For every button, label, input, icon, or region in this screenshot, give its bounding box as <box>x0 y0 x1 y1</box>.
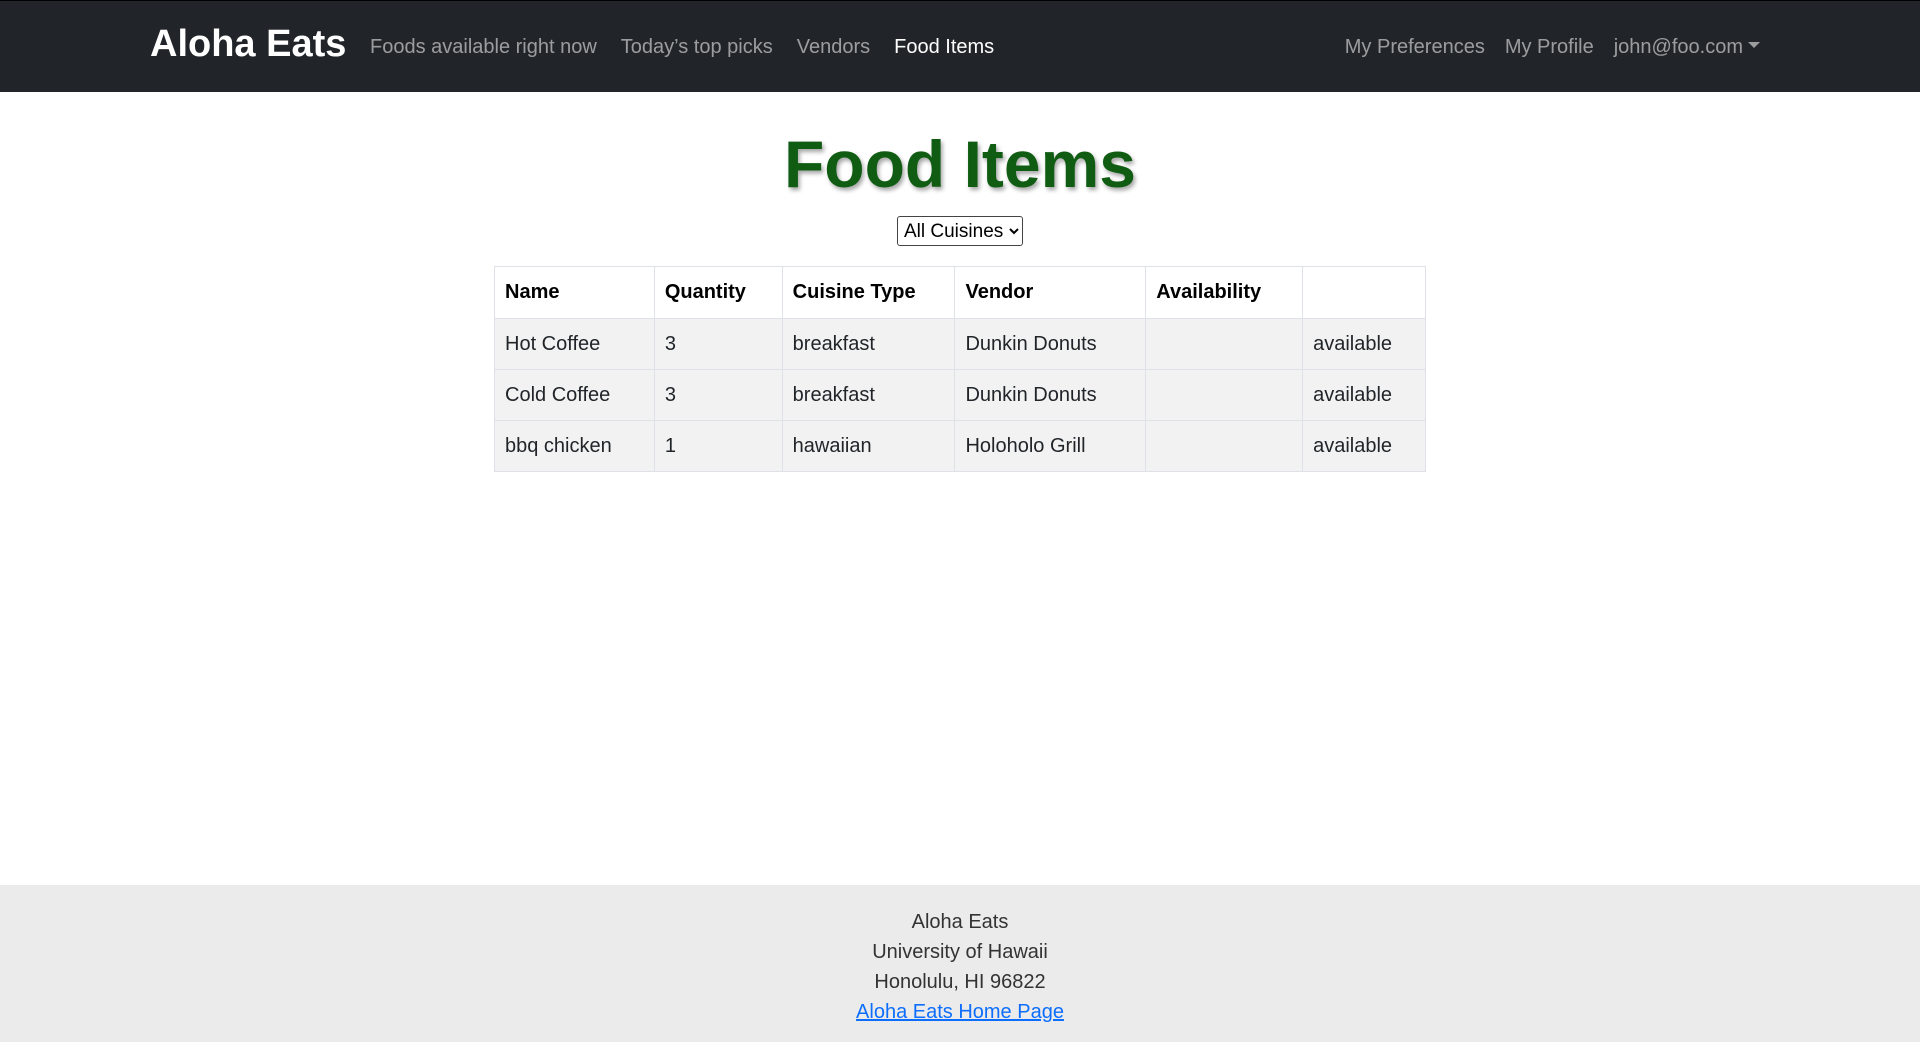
cell-vendor: Dunkin Donuts <box>954 318 1147 370</box>
cell-quantity: 3 <box>653 369 783 421</box>
cell-availability <box>1145 369 1304 421</box>
column-header-vendor: Vendor <box>954 266 1147 319</box>
nav-left: Foods available right now Today’s top pi… <box>370 33 994 61</box>
cell-status: available <box>1302 369 1426 421</box>
footer-line-university: University of Hawaii <box>872 941 1048 963</box>
cell-availability <box>1145 420 1304 472</box>
table-row: bbq chicken 1 hawaiian Holoholo Grill av… <box>494 420 1426 472</box>
footer-home-page-link[interactable]: Aloha Eats Home Page <box>856 1001 1064 1023</box>
nav-link-my-profile[interactable]: My Profile <box>1505 33 1594 61</box>
caret-down-icon <box>1748 41 1760 48</box>
table-row: Cold Coffee 3 breakfast Dunkin Donuts av… <box>494 369 1426 421</box>
nav-right: My Preferences My Profile john@foo.com <box>1345 33 1760 61</box>
cell-vendor: Dunkin Donuts <box>954 369 1147 421</box>
cell-name: Hot Coffee <box>494 318 655 370</box>
nav-link-foods-available-now[interactable]: Foods available right now <box>370 33 597 61</box>
cell-name: bbq chicken <box>494 420 655 472</box>
footer: Aloha Eats University of Hawaii Honolulu… <box>0 885 1920 1042</box>
table-header-row: Name Quantity Cuisine Type Vendor Availa… <box>494 266 1426 319</box>
cell-quantity: 3 <box>653 318 783 370</box>
cuisine-filter-select[interactable]: All Cuisines <box>897 216 1023 246</box>
footer-line-address: Honolulu, HI 96822 <box>874 971 1046 993</box>
column-header-availability: Availability <box>1145 266 1304 319</box>
nav-link-top-picks[interactable]: Today’s top picks <box>621 33 773 61</box>
cell-cuisine-type: breakfast <box>781 318 956 370</box>
cell-availability <box>1145 318 1304 370</box>
nav-link-vendors[interactable]: Vendors <box>797 33 870 61</box>
brand-logo[interactable]: Aloha Eats <box>150 21 346 67</box>
cell-status: available <box>1302 420 1426 472</box>
nav-link-food-items[interactable]: Food Items <box>894 33 994 61</box>
food-items-table: Name Quantity Cuisine Type Vendor Availa… <box>494 266 1426 472</box>
cuisine-filter-container: All Cuisines <box>0 216 1920 246</box>
cell-status: available <box>1302 318 1426 370</box>
column-header-name: Name <box>494 266 655 319</box>
nav-link-my-preferences[interactable]: My Preferences <box>1345 33 1485 61</box>
table-row: Hot Coffee 3 breakfast Dunkin Donuts ava… <box>494 318 1426 370</box>
navbar: Aloha Eats Foods available right now Tod… <box>0 0 1920 92</box>
column-header-quantity: Quantity <box>653 266 783 319</box>
column-header-blank <box>1302 266 1426 319</box>
cell-vendor: Holoholo Grill <box>954 420 1147 472</box>
cell-name: Cold Coffee <box>494 369 655 421</box>
footer-line-name: Aloha Eats <box>911 911 1009 933</box>
cell-quantity: 1 <box>653 420 783 472</box>
food-items-table-container: Name Quantity Cuisine Type Vendor Availa… <box>494 266 1426 472</box>
cell-cuisine-type: breakfast <box>781 369 956 421</box>
column-header-cuisine-type: Cuisine Type <box>781 266 956 319</box>
page-title: Food Items <box>783 127 1136 201</box>
user-menu-label: john@foo.com <box>1613 36 1743 58</box>
user-menu-dropdown[interactable]: john@foo.com <box>1614 33 1760 61</box>
cell-cuisine-type: hawaiian <box>781 420 956 472</box>
